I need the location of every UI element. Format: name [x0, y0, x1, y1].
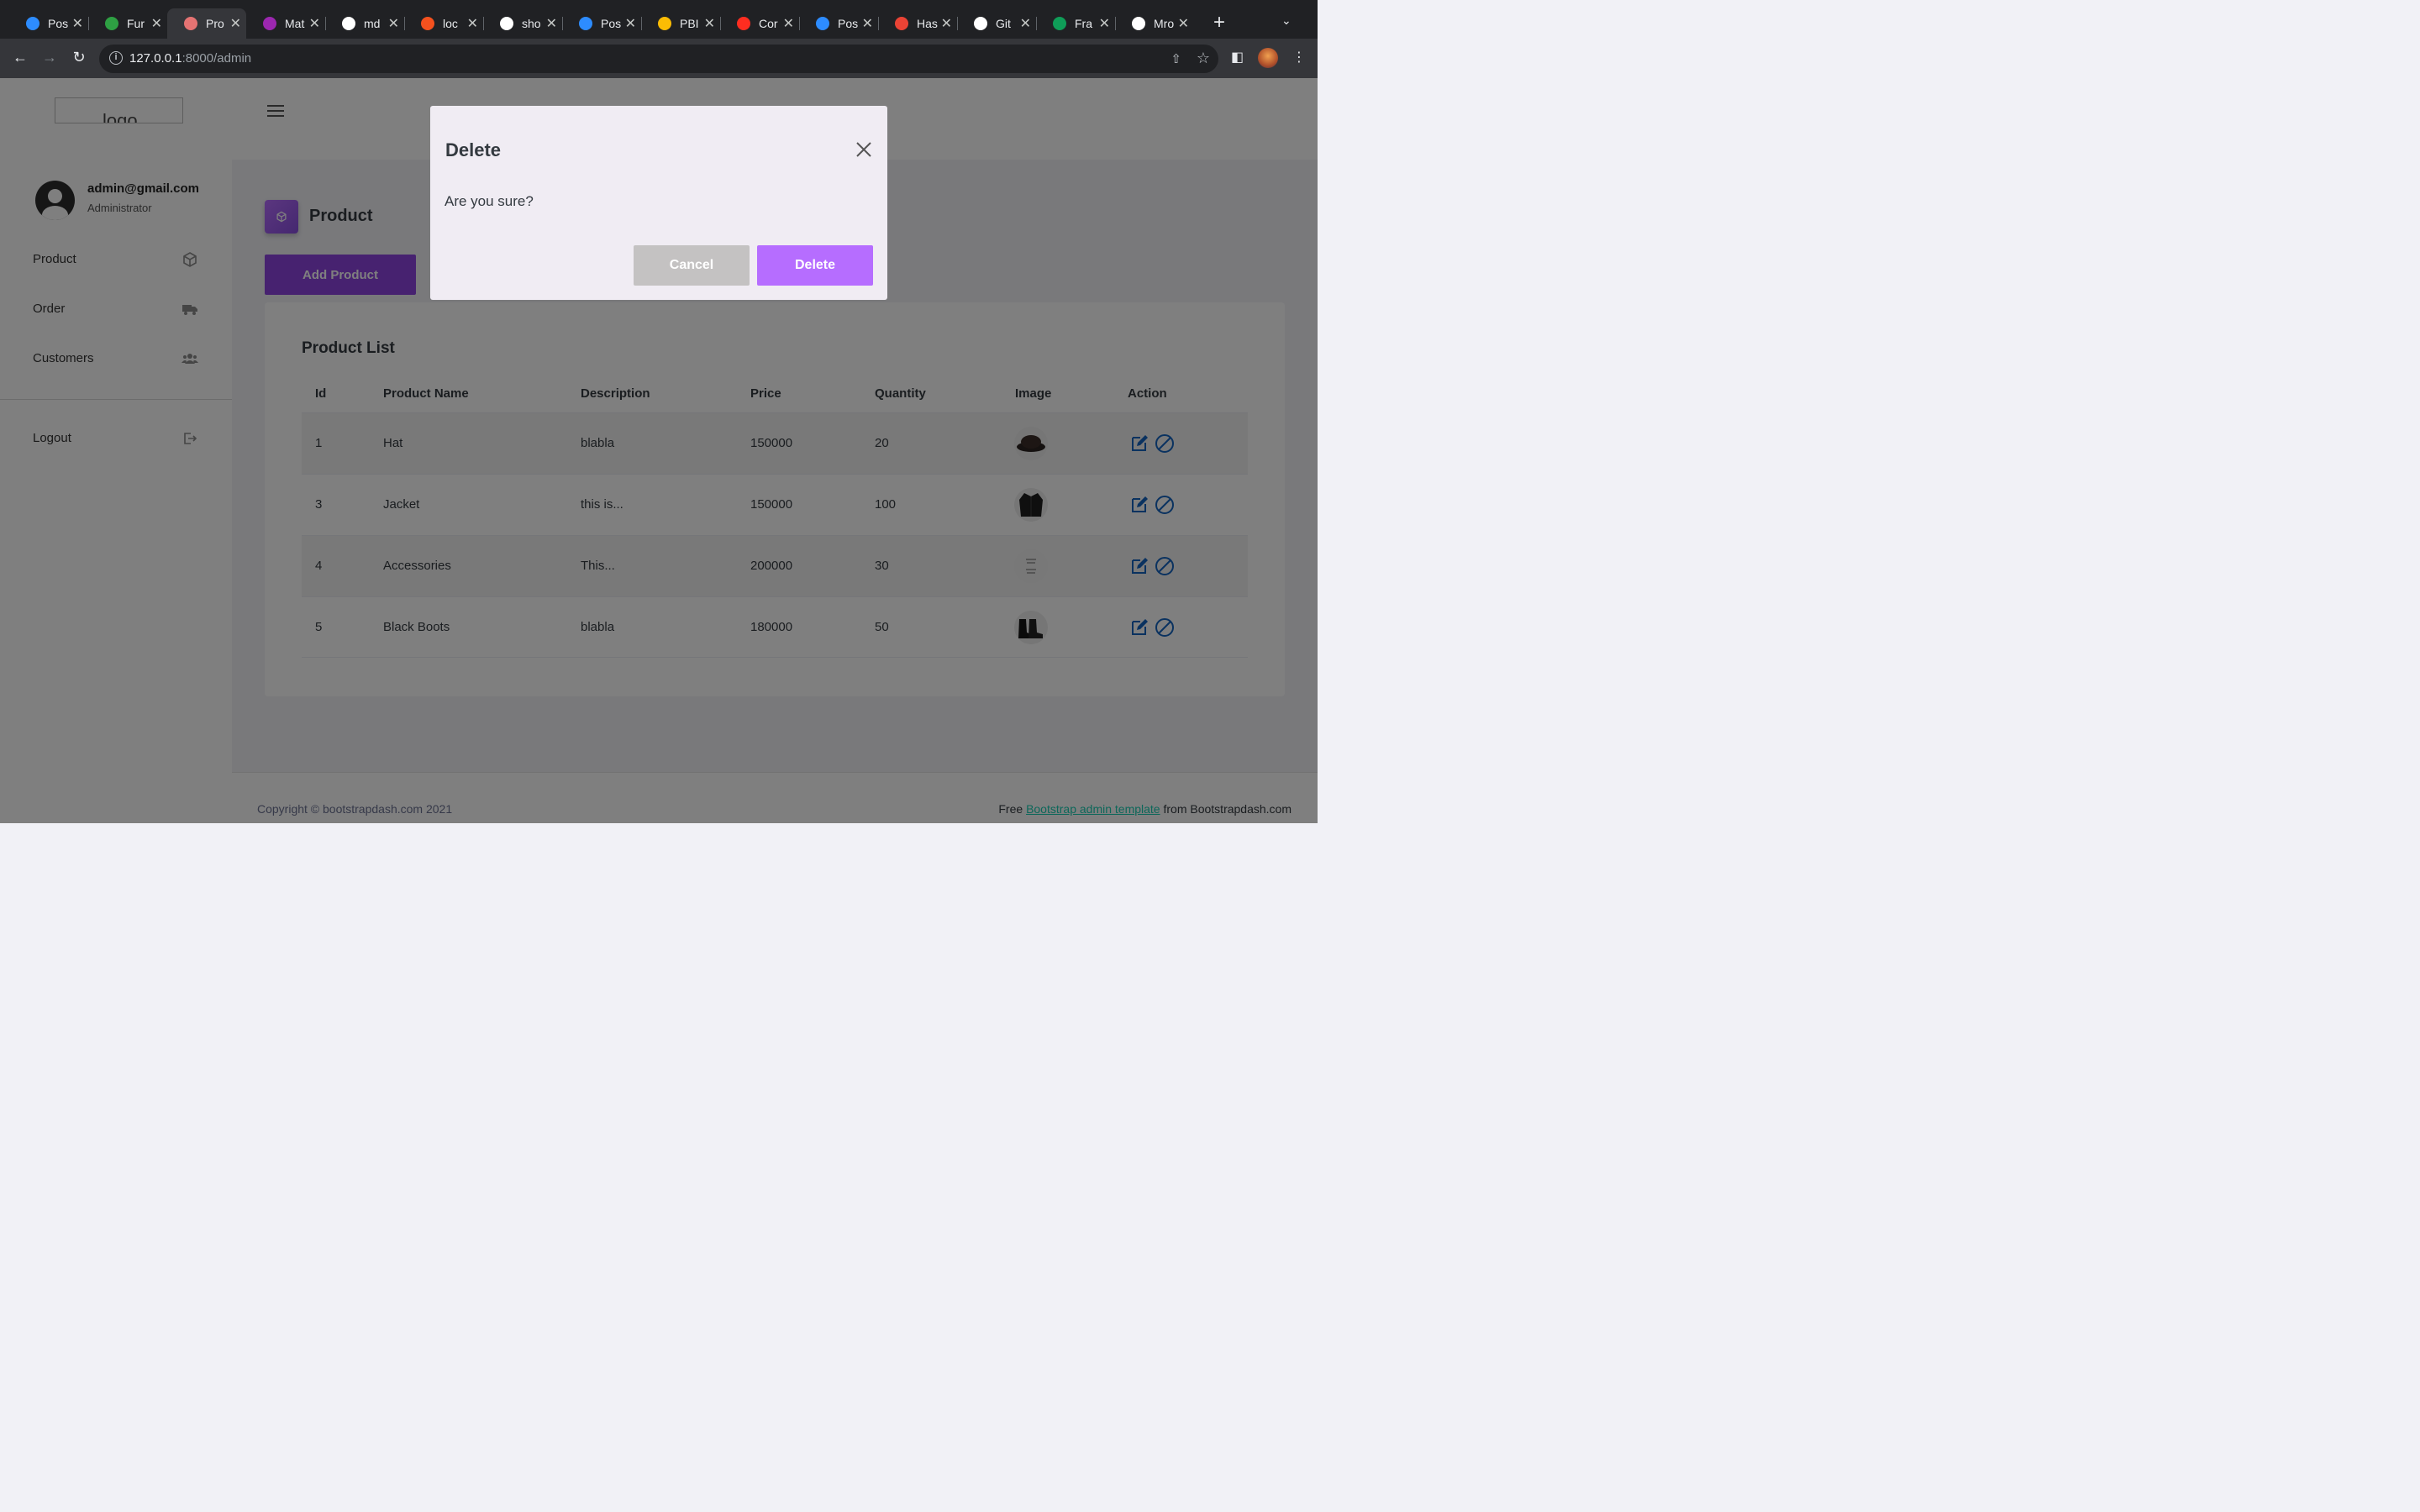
laravel-icon: [737, 17, 750, 30]
share-icon[interactable]: ⇧: [1171, 51, 1181, 66]
tab-title: Pos: [838, 17, 859, 30]
profile-avatar[interactable]: [1258, 48, 1278, 68]
browser-tab[interactable]: Pos ✕: [562, 8, 641, 39]
tab-search-icon[interactable]: ⌄: [1281, 13, 1292, 28]
url-path: :8000/admin: [182, 51, 252, 66]
google-icon: [342, 17, 355, 30]
browser-tab[interactable]: Fur ✕: [88, 8, 167, 39]
new-tab-button[interactable]: +: [1208, 12, 1230, 34]
tab-title: Fra: [1075, 17, 1092, 30]
browser-tab[interactable]: Has ✕: [878, 8, 957, 39]
zoom-icon: [579, 17, 592, 30]
tab-close-icon[interactable]: ✕: [1099, 15, 1110, 32]
browser-toolbar: ← → ↻ i 127.0.0.1:8000/admin ⇧ ☆ ◧ ⋮: [0, 39, 1318, 78]
url-text: 127.0.0.1:8000/admin: [129, 51, 251, 66]
sheets-icon: [1053, 17, 1066, 30]
browser-tab[interactable]: md ✕: [325, 8, 404, 39]
tab-close-icon[interactable]: ✕: [783, 15, 794, 32]
tab-title: md: [364, 17, 381, 30]
tab-title: Pos: [48, 17, 69, 30]
tab-close-icon[interactable]: ✕: [1178, 15, 1189, 32]
tab-title: PBI: [680, 17, 699, 30]
delete-confirm-modal: Delete Are you sure? Cancel Delete: [430, 106, 887, 300]
close-icon[interactable]: [854, 139, 874, 160]
tab-close-icon[interactable]: ✕: [151, 15, 162, 32]
github-icon: [1132, 17, 1145, 30]
tab-close-icon[interactable]: ✕: [230, 15, 241, 32]
browser-tab[interactable]: Git ✕: [957, 8, 1036, 39]
tab-title: Mat: [285, 17, 305, 30]
tab-title: loc: [443, 17, 458, 30]
tab-close-icon[interactable]: ✕: [625, 15, 636, 32]
tab-close-icon[interactable]: ✕: [1020, 15, 1031, 32]
tab-close-icon[interactable]: ✕: [309, 15, 320, 32]
browser-tab[interactable]: Mat ✕: [246, 8, 325, 39]
cancel-button[interactable]: Cancel: [634, 245, 750, 286]
tab-title: Pro: [206, 17, 224, 30]
tab-title: sho: [522, 17, 541, 30]
zoom-icon: [26, 17, 39, 30]
side-panel-icon[interactable]: ◧: [1231, 49, 1244, 66]
browser-tab[interactable]: sho ✕: [483, 8, 562, 39]
laravel-logo-icon: [421, 17, 434, 30]
gmail-icon: [895, 17, 908, 30]
tab-title: Has: [917, 17, 938, 30]
tab-close-icon[interactable]: ✕: [704, 15, 715, 32]
tab-title: Cor: [759, 17, 778, 30]
browser-tab[interactable]: Cor ✕: [720, 8, 799, 39]
tab-title: Fur: [127, 17, 145, 30]
browser-tab-strip: Pos ✕ Fur ✕ Pro ✕ Mat ✕ md ✕ loc ✕ sho ✕ Pos ✕ PBI ✕ Cor ✕ P…: [0, 0, 1318, 39]
app-grid-icon: [184, 17, 197, 30]
forward-icon[interactable]: →: [39, 49, 60, 66]
browser-tab[interactable]: Pos ✕: [9, 8, 88, 39]
browser-tab[interactable]: Pro ✕: [167, 8, 246, 39]
browser-tab[interactable]: Pos ✕: [799, 8, 878, 39]
zoom-icon: [816, 17, 829, 30]
tab-close-icon[interactable]: ✕: [467, 15, 478, 32]
tab-title: Git: [996, 17, 1011, 30]
tab-close-icon[interactable]: ✕: [72, 15, 83, 32]
reload-icon[interactable]: ↻: [69, 49, 89, 66]
leaf-icon: [105, 17, 118, 30]
tab-close-icon[interactable]: ✕: [388, 15, 399, 32]
url-host: 127.0.0.1: [129, 51, 182, 66]
back-icon[interactable]: ←: [10, 49, 30, 66]
browser-tab[interactable]: PBI ✕: [641, 8, 720, 39]
tab-close-icon[interactable]: ✕: [941, 15, 952, 32]
delete-button[interactable]: Delete: [757, 245, 873, 286]
tab-title: Pos: [601, 17, 622, 30]
site-info-icon[interactable]: i: [109, 51, 123, 65]
modal-message: Are you sure?: [445, 193, 534, 209]
bookmark-star-icon[interactable]: ☆: [1197, 50, 1210, 67]
modal-title: Delete: [445, 139, 502, 160]
tab-close-icon[interactable]: ✕: [546, 15, 557, 32]
drive-icon: [658, 17, 671, 30]
github-icon: [974, 17, 987, 30]
browser-tab[interactable]: loc ✕: [404, 8, 483, 39]
google-icon: [500, 17, 513, 30]
tab-close-icon[interactable]: ✕: [862, 15, 873, 32]
address-bar[interactable]: i 127.0.0.1:8000/admin ⇧ ☆: [99, 45, 1218, 73]
browser-tab[interactable]: Fra ✕: [1036, 8, 1115, 39]
browser-tab[interactable]: Mro ✕: [1115, 8, 1194, 39]
browser-menu-icon[interactable]: ⋮: [1292, 49, 1306, 66]
p-icon: [263, 17, 276, 30]
tab-title: Mro: [1154, 17, 1175, 30]
